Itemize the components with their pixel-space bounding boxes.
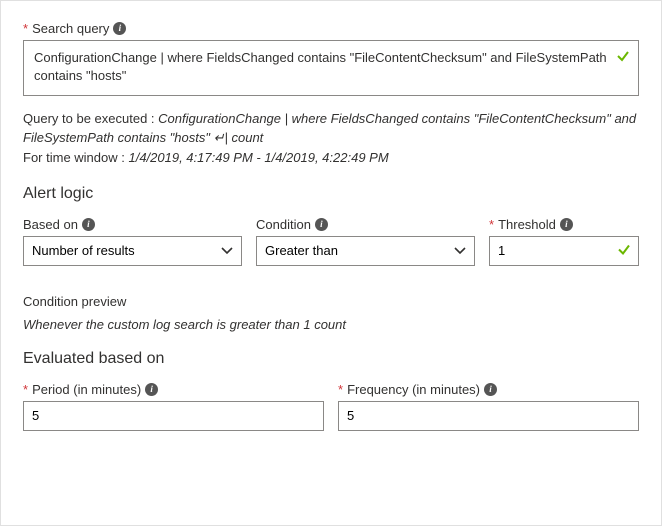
search-query-input[interactable]: ConfigurationChange | where FieldsChange…: [23, 40, 639, 96]
query-to-execute-suffix: | count: [225, 130, 264, 145]
search-query-value: ConfigurationChange | where FieldsChange…: [34, 50, 607, 83]
condition-select[interactable]: Greater than: [256, 236, 475, 266]
based-on-select[interactable]: Number of results: [23, 236, 242, 266]
condition-label: Condition i: [256, 217, 475, 232]
threshold-label: * Threshold i: [489, 217, 639, 232]
period-input[interactable]: [23, 401, 324, 431]
check-icon: [617, 242, 631, 259]
period-label-text: Period (in minutes): [32, 382, 141, 397]
check-icon: [616, 49, 630, 68]
required-marker: *: [489, 217, 494, 232]
frequency-label-text: Frequency (in minutes): [347, 382, 480, 397]
time-window-prefix: For time window :: [23, 150, 128, 165]
search-query-label: * Search query i: [23, 21, 639, 36]
query-to-execute-prefix: Query to be executed :: [23, 111, 158, 126]
query-to-execute: Query to be executed : ConfigurationChan…: [23, 110, 639, 148]
condition-preview-title: Condition preview: [23, 294, 639, 309]
alert-logic-row: Based on i Number of results Condition i…: [23, 217, 639, 266]
alert-logic-title: Alert logic: [23, 185, 639, 203]
condition-preview-text: Whenever the custom log search is greate…: [23, 317, 639, 332]
based-on-label-text: Based on: [23, 217, 78, 232]
info-icon[interactable]: i: [145, 383, 158, 396]
frequency-input[interactable]: [338, 401, 639, 431]
info-icon[interactable]: i: [484, 383, 497, 396]
required-marker: *: [23, 21, 28, 36]
threshold-label-text: Threshold: [498, 217, 556, 232]
info-icon[interactable]: i: [560, 218, 573, 231]
frequency-label: * Frequency (in minutes) i: [338, 382, 639, 397]
time-window-value: 1/4/2019, 4:17:49 PM - 1/4/2019, 4:22:49…: [128, 150, 388, 165]
time-window: For time window : 1/4/2019, 4:17:49 PM -…: [23, 150, 639, 165]
period-label: * Period (in minutes) i: [23, 382, 324, 397]
required-marker: *: [23, 382, 28, 397]
condition-label-text: Condition: [256, 217, 311, 232]
evaluated-row: * Period (in minutes) i * Frequency (in …: [23, 382, 639, 431]
info-icon[interactable]: i: [113, 22, 126, 35]
info-icon[interactable]: i: [82, 218, 95, 231]
evaluated-title: Evaluated based on: [23, 350, 639, 368]
based-on-label: Based on i: [23, 217, 242, 232]
info-icon[interactable]: i: [315, 218, 328, 231]
search-query-label-text: Search query: [32, 21, 109, 36]
required-marker: *: [338, 382, 343, 397]
return-icon: ↵: [214, 130, 225, 145]
